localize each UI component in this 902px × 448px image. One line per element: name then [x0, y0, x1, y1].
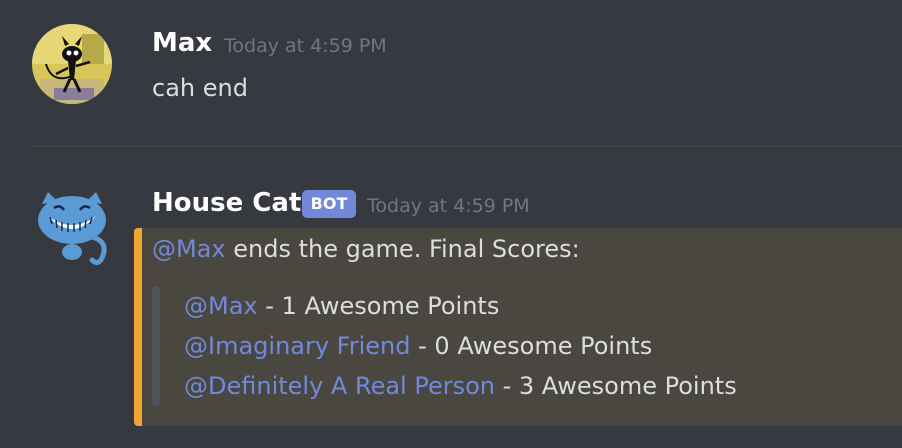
avatar-house-cat[interactable] — [32, 186, 112, 266]
author-name[interactable]: Max — [152, 28, 212, 58]
user-mention[interactable]: @Max — [184, 292, 258, 320]
score-text: - 1 Awesome Points — [257, 292, 500, 320]
author-name[interactable]: House Cat — [152, 188, 301, 218]
score-line: @Imaginary Friend - 0 Awesome Points — [184, 332, 652, 360]
blockquote-bar — [152, 286, 160, 406]
bot-badge: BOT — [302, 190, 356, 218]
chat-area: Max Today at 4:59 PM cah end House Cat B… — [0, 0, 902, 448]
score-line: @Max - 1 Awesome Points — [184, 292, 499, 320]
message-divider — [32, 146, 902, 147]
user-mention[interactable]: @Imaginary Friend — [184, 332, 411, 360]
message-timestamp: Today at 4:59 PM — [367, 195, 530, 217]
score-line: @Definitely A Real Person - 3 Awesome Po… — [184, 372, 737, 400]
message-max: Max Today at 4:59 PM cah end — [0, 0, 902, 146]
score-text: - 3 Awesome Points — [494, 372, 737, 400]
message-text: ends the game. Final Scores: — [225, 235, 580, 263]
user-mention[interactable]: @Max — [152, 235, 226, 263]
message-content: cah end — [152, 74, 248, 102]
message-content: @Max ends the game. Final Scores: — [152, 235, 580, 263]
score-text: - 0 Awesome Points — [410, 332, 653, 360]
mention-highlight-bar — [134, 228, 142, 426]
cat-avatar-image — [38, 192, 107, 266]
user-mention[interactable]: @Definitely A Real Person — [184, 372, 495, 400]
avatar-image — [32, 24, 112, 104]
message-timestamp: Today at 4:59 PM — [224, 35, 387, 57]
avatar-max[interactable] — [32, 24, 112, 104]
